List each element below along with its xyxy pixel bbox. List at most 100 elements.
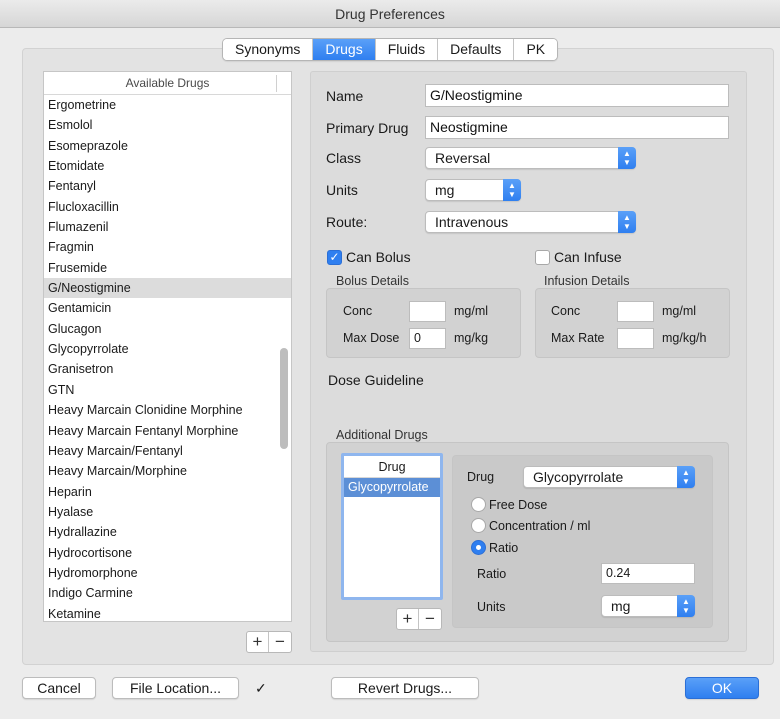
additional-units-select[interactable]: mg ▲ ▼ — [601, 595, 695, 617]
ratio-label: Ratio — [477, 567, 507, 581]
cancel-button[interactable]: Cancel — [22, 677, 96, 699]
additional-list-item[interactable]: Glycopyrrolate — [344, 478, 440, 497]
drug-list-item[interactable]: G/Neostigmine — [44, 278, 291, 299]
drug-list-item[interactable]: Flumazenil — [44, 217, 291, 237]
available-drugs-list[interactable]: Available Drugs Ergometrine Esmolol Esomep… — [43, 71, 292, 622]
drug-list-item[interactable]: Fragmin — [44, 237, 291, 257]
additional-units-value: mg — [611, 598, 631, 614]
tab-fluids[interactable]: Fluids — [375, 39, 439, 60]
drug-list-item[interactable]: Hydrallazine — [44, 522, 291, 542]
class-label: Class — [326, 150, 362, 166]
bolus-maxdose-label: Max Dose — [343, 331, 400, 345]
class-value: Reversal — [435, 150, 491, 166]
drug-list-item[interactable]: Esomeprazole — [44, 136, 291, 156]
route-select[interactable]: Intravenous ▲ ▼ — [425, 211, 636, 233]
concentration-label: Concentration / ml — [489, 519, 591, 533]
drug-list-item[interactable]: Ergometrine — [44, 95, 291, 115]
infusion-conc-unit: mg/ml — [662, 304, 697, 318]
remove-additional-drug-button[interactable]: − — [419, 609, 441, 629]
tab-defaults[interactable]: Defaults — [438, 39, 515, 60]
drug-list-item[interactable]: Indigo Carmine — [44, 583, 291, 603]
dose-guideline-label: Dose Guideline — [328, 372, 424, 388]
drug-list-item[interactable]: Heavy Marcain/Morphine — [44, 461, 291, 481]
list-header: Available Drugs — [44, 72, 291, 95]
drug-list-item[interactable]: Heavy Marcain Fentanyl Morphine — [44, 421, 291, 441]
drug-list-item[interactable]: Esmolol — [44, 115, 291, 135]
units-value: mg — [435, 182, 455, 198]
units-select[interactable]: mg ▲ ▼ — [425, 179, 521, 201]
add-additional-drug-button[interactable]: + — [397, 609, 419, 629]
drug-list-item[interactable]: Ketamine — [44, 604, 291, 621]
drug-list-item[interactable]: GTN — [44, 380, 291, 400]
bolus-details-title: Bolus Details — [336, 274, 409, 288]
additional-add-remove: + − — [396, 608, 442, 630]
revert-drugs-button[interactable]: Revert Drugs... — [331, 677, 479, 699]
free-dose-label: Free Dose — [489, 498, 548, 512]
chevron-updown-icon: ▲ ▼ — [618, 211, 636, 233]
drug-list-add-remove: + − — [246, 631, 292, 653]
primary-drug-field[interactable]: Neostigmine — [425, 116, 729, 139]
ratio-option-label: Ratio — [489, 541, 519, 555]
infusion-conc-field[interactable] — [617, 301, 654, 322]
tab-pk[interactable]: PK — [514, 39, 558, 60]
tab-drugs[interactable]: Drugs — [313, 39, 376, 60]
drug-list-item[interactable]: Etomidate — [44, 156, 291, 176]
tab-bar: Synonyms Drugs Fluids Defaults PK — [222, 38, 559, 61]
drug-list-item[interactable]: Granisetron — [44, 359, 291, 379]
add-drug-button[interactable]: + — [247, 632, 269, 652]
route-value: Intravenous — [435, 214, 509, 230]
primary-drug-label: Primary Drug — [326, 120, 409, 136]
tab-synonyms[interactable]: Synonyms — [223, 39, 314, 60]
drug-list-item[interactable]: Heavy Marcain/Fentanyl — [44, 441, 291, 461]
infusion-maxrate-field[interactable] — [617, 328, 654, 349]
drug-list-item[interactable]: Heavy Marcain Clonidine Morphine — [44, 400, 291, 420]
chevron-updown-icon: ▲ ▼ — [677, 595, 695, 617]
remove-drug-button[interactable]: − — [269, 632, 291, 652]
infusion-details-title: Infusion Details — [544, 274, 630, 288]
chevron-updown-icon: ▲ ▼ — [677, 466, 695, 488]
can-bolus-checkbox[interactable]: ✓ — [327, 250, 342, 265]
drug-list-item[interactable]: Hydromorphone — [44, 563, 291, 583]
additional-drug-select[interactable]: Glycopyrrolate ▲ ▼ — [523, 466, 695, 488]
file-location-button[interactable]: File Location... — [112, 677, 239, 699]
drug-list-item[interactable]: Glucagon — [44, 319, 291, 339]
name-label: Name — [326, 88, 364, 104]
name-field[interactable]: G/Neostigmine — [425, 84, 729, 107]
can-infuse-checkbox[interactable] — [535, 250, 550, 265]
list-scrollbar-thumb[interactable] — [280, 348, 288, 449]
drug-list-item[interactable]: Hydrocortisone — [44, 543, 291, 563]
additional-drug-value: Glycopyrrolate — [533, 469, 624, 485]
concentration-radio[interactable] — [471, 518, 486, 533]
ok-button[interactable]: OK — [685, 677, 759, 699]
ratio-radio[interactable] — [471, 540, 486, 555]
chevron-updown-icon: ▲ ▼ — [503, 179, 521, 201]
drug-list-item[interactable]: Glycopyrrolate — [44, 339, 291, 359]
ratio-field[interactable]: 0.24 — [601, 563, 695, 584]
bolus-maxdose-unit: mg/kg — [454, 331, 489, 345]
drug-list-item[interactable]: Flucloxacillin — [44, 197, 291, 217]
window-title-bar: Drug Preferences — [0, 0, 780, 28]
infusion-conc-label: Conc — [551, 304, 581, 318]
chevron-updown-icon: ▲ ▼ — [618, 147, 636, 169]
route-label: Route: — [326, 214, 368, 230]
drug-list-item[interactable]: Fentanyl — [44, 176, 291, 196]
drug-list-item[interactable]: Frusemide — [44, 258, 291, 278]
drug-list-item[interactable]: Hyalase — [44, 502, 291, 522]
additional-drugs-title: Additional Drugs — [336, 428, 428, 442]
column-separator — [276, 75, 277, 92]
can-bolus-label: Can Bolus — [346, 249, 411, 265]
additional-drugs-list[interactable]: Drug Glycopyrrolate — [341, 453, 443, 600]
drug-list-item[interactable]: Gentamicin — [44, 298, 291, 318]
bolus-maxdose-field[interactable]: 0 — [409, 328, 446, 349]
additional-units-label: Units — [477, 600, 506, 614]
infusion-maxrate-unit: mg/kg/h — [662, 331, 707, 345]
bolus-conc-unit: mg/ml — [454, 304, 489, 318]
drug-items: Ergometrine Esmolol Esomeprazole Etomidate F… — [44, 95, 291, 621]
infusion-maxrate-label: Max Rate — [551, 331, 605, 345]
class-select[interactable]: Reversal ▲ ▼ — [425, 147, 636, 169]
drug-list-item[interactable]: Heparin — [44, 482, 291, 502]
bolus-conc-label: Conc — [343, 304, 373, 318]
units-label: Units — [326, 182, 358, 198]
free-dose-radio[interactable] — [471, 497, 486, 512]
bolus-conc-field[interactable] — [409, 301, 446, 322]
